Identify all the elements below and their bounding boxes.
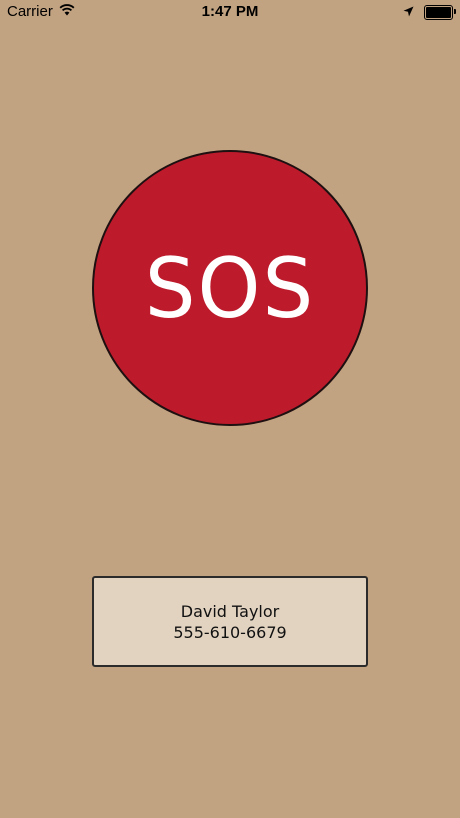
contact-phone: 555-610-6679 [173,622,287,642]
battery-icon [424,5,456,20]
sos-button[interactable]: SOS [92,150,368,426]
status-right [403,4,456,21]
status-time: 1:47 PM [201,3,259,20]
sos-label: SOS [144,239,316,337]
contact-name: David Taylor [180,601,280,621]
battery-tip [454,9,456,14]
location-arrow-icon [403,4,414,21]
status-bar: Carrier 1:47 PM [0,0,460,24]
contact-card[interactable]: David Taylor 555-610-6679 [92,576,368,667]
battery-fill [426,7,451,18]
